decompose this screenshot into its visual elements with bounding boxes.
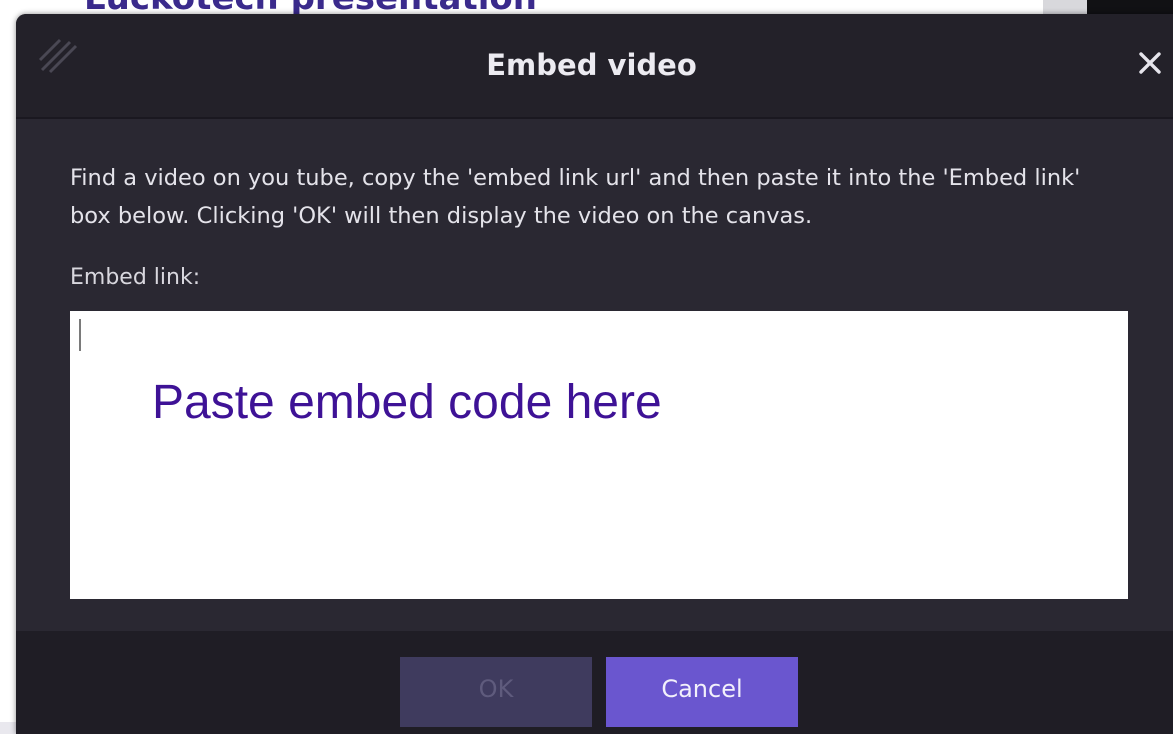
instructions-text: Find a video on you tube, copy the 'embe… bbox=[70, 165, 1081, 229]
dialog-header[interactable]: Embed video bbox=[16, 14, 1173, 119]
dialog-body: Find a video on you tube, copy the 'embe… bbox=[16, 119, 1173, 631]
embed-placeholder-text: Paste embed code here bbox=[152, 376, 662, 429]
ok-button[interactable]: OK bbox=[400, 657, 592, 727]
dialog-title: Embed video bbox=[486, 48, 697, 82]
text-cursor bbox=[79, 319, 81, 351]
embed-link-label: Embed link: bbox=[70, 265, 201, 290]
cancel-button[interactable]: Cancel bbox=[606, 657, 798, 727]
embed-link-input[interactable]: Paste embed code here bbox=[70, 311, 1128, 599]
embed-video-dialog: Embed video Find a video on you tube, co… bbox=[16, 14, 1173, 734]
close-icon[interactable] bbox=[1136, 49, 1164, 77]
dialog-footer: OK Cancel bbox=[16, 631, 1173, 734]
